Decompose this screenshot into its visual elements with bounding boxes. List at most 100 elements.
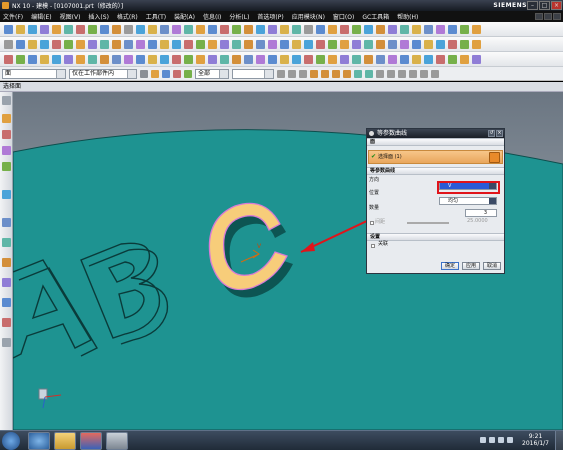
pan-icon[interactable]: [160, 39, 169, 49]
datum-plane-icon[interactable]: [28, 39, 37, 49]
through-curves-icon[interactable]: [268, 24, 277, 34]
paste-icon[interactable]: [328, 39, 337, 49]
bridge-curve-icon[interactable]: [88, 54, 97, 64]
spacing-slider[interactable]: [407, 222, 449, 224]
pad-icon[interactable]: [448, 54, 457, 64]
roles-icon[interactable]: [388, 39, 397, 49]
arc-icon[interactable]: [16, 54, 25, 64]
continuity-icon[interactable]: [388, 54, 397, 64]
section-view-icon[interactable]: [100, 39, 109, 49]
select-face-row[interactable]: ✔ 选择面 (1): [368, 150, 503, 164]
intersect-icon[interactable]: [124, 24, 133, 34]
silhouette-flange-icon[interactable]: [412, 24, 421, 34]
history-tab-icon[interactable]: [2, 218, 11, 227]
offset-face-icon[interactable]: [220, 24, 229, 34]
ime-icon[interactable]: [507, 437, 513, 443]
deviation-icon[interactable]: [376, 54, 385, 64]
edit-object-display-icon[interactable]: [268, 39, 277, 49]
menu-edit[interactable]: 编辑(E): [31, 12, 51, 21]
menu-assemblies[interactable]: 装配(A): [174, 12, 195, 21]
csys-icon[interactable]: [64, 39, 73, 49]
studio-spline-icon[interactable]: [40, 54, 49, 64]
snap-dropdown[interactable]: 全部: [195, 68, 229, 79]
comb-icon[interactable]: [352, 54, 361, 64]
assembly-navigator-tab-icon[interactable]: [2, 114, 11, 123]
menu-window[interactable]: 窗口(O): [333, 12, 354, 21]
rotate-icon[interactable]: [172, 39, 181, 49]
symbolic-thread-icon[interactable]: [400, 54, 409, 64]
apply-button[interactable]: 应用: [462, 262, 480, 270]
enlarge-icon[interactable]: [400, 24, 409, 34]
draft-icon[interactable]: [172, 24, 181, 34]
snap-toggle-icon[interactable]: [173, 69, 181, 78]
palette-icon[interactable]: [412, 39, 421, 49]
isoparametric-curve-icon[interactable]: [136, 54, 145, 64]
boss-icon[interactable]: [460, 54, 469, 64]
right-view-icon[interactable]: [232, 39, 241, 49]
trimetric-icon[interactable]: [184, 39, 193, 49]
unite-icon[interactable]: [100, 24, 109, 34]
type-filter-dropdown[interactable]: 面: [2, 68, 66, 79]
snap-star-icon[interactable]: [431, 69, 439, 78]
menu-gc-toolkit[interactable]: GC工具箱: [362, 12, 389, 21]
zoom-icon[interactable]: [148, 39, 157, 49]
split-face-icon[interactable]: [364, 24, 373, 34]
menu-format[interactable]: 格式(R): [117, 12, 138, 21]
close-button[interactable]: ×: [551, 1, 562, 10]
move-object-icon[interactable]: [16, 39, 25, 49]
measure-distance-icon[interactable]: [76, 39, 85, 49]
web-browser-icon[interactable]: [400, 39, 409, 49]
wrap-curve-icon[interactable]: [244, 54, 253, 64]
menu-tools[interactable]: 工具(T): [146, 12, 166, 21]
menu-view[interactable]: 视图(V): [60, 12, 81, 21]
ruled-icon[interactable]: [256, 24, 265, 34]
nx-taskbar-icon[interactable]: [80, 432, 102, 450]
menu-help[interactable]: 帮助(H): [397, 12, 418, 21]
spacing-checkbox[interactable]: [370, 221, 374, 225]
quadrant-point-icon[interactable]: [332, 69, 340, 78]
show-desktop-button[interactable]: [555, 431, 563, 450]
resource-settings-icon[interactable]: [2, 96, 11, 105]
sketch-icon[interactable]: [4, 24, 13, 34]
pocket-icon[interactable]: [472, 54, 481, 64]
menu-file[interactable]: 文件(F): [3, 12, 23, 21]
cae-tab-icon[interactable]: [2, 318, 11, 327]
snap-line-icon[interactable]: [376, 69, 384, 78]
join-curve-icon[interactable]: [232, 54, 241, 64]
select-all-icon[interactable]: [151, 69, 159, 78]
curvature-icon[interactable]: [364, 54, 373, 64]
offset-curve-icon[interactable]: [76, 54, 85, 64]
snap-tangent-icon[interactable]: [398, 69, 406, 78]
menu-information[interactable]: 信息(I): [203, 12, 221, 21]
cylinder-icon[interactable]: [64, 24, 73, 34]
law-extension-icon[interactable]: [340, 24, 349, 34]
rib-icon[interactable]: [412, 54, 421, 64]
datum-axis-icon[interactable]: [40, 39, 49, 49]
render-icon[interactable]: [472, 24, 481, 34]
control-point-icon[interactable]: [299, 69, 307, 78]
mirror-icon[interactable]: [196, 24, 205, 34]
section-curve-icon[interactable]: [124, 54, 133, 64]
cut-icon[interactable]: [340, 39, 349, 49]
menu-minimize-button[interactable]: [535, 13, 543, 20]
circle-icon[interactable]: [28, 54, 37, 64]
skype-taskbar-icon[interactable]: [28, 432, 50, 450]
extract-curve-icon[interactable]: [148, 54, 157, 64]
show-hide-icon[interactable]: [244, 39, 253, 49]
line-icon[interactable]: [4, 54, 13, 64]
face-selector-icon[interactable]: [489, 152, 500, 163]
fit-icon[interactable]: [136, 39, 145, 49]
bounded-plane-icon[interactable]: [316, 24, 325, 34]
sew-icon[interactable]: [244, 24, 253, 34]
blank-icon[interactable]: [256, 39, 265, 49]
face-section-header[interactable]: 面: [367, 138, 504, 146]
redo-icon[interactable]: [304, 39, 313, 49]
point-on-curve-icon[interactable]: [354, 69, 362, 78]
shaded-icon[interactable]: [112, 39, 121, 49]
composite-curve-icon[interactable]: [160, 54, 169, 64]
menu-restore-button[interactable]: [544, 13, 552, 20]
trim-curve-icon[interactable]: [172, 54, 181, 64]
top-view-icon[interactable]: [208, 39, 217, 49]
palette-tab-icon[interactable]: [2, 338, 11, 347]
menu-application[interactable]: 应用模块(N): [292, 12, 325, 21]
